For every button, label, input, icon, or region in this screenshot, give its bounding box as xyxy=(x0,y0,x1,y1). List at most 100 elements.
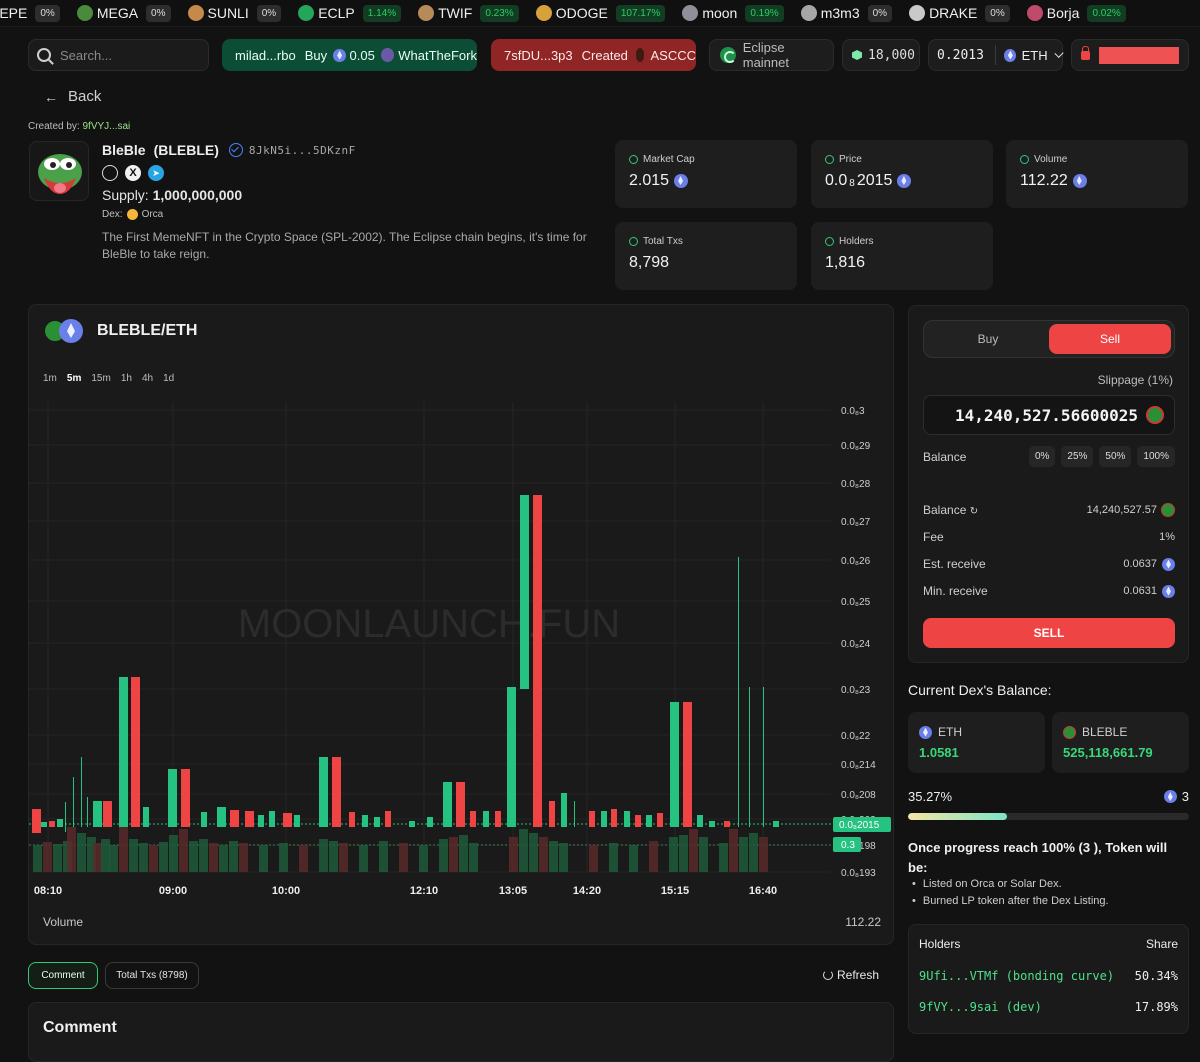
pair-header: BLEBLE/ETH xyxy=(43,319,197,343)
ticker-change: 0% xyxy=(35,4,60,22)
token-mint-address[interactable]: 8JkN5i...5DKznF xyxy=(249,144,356,157)
timeframe-1m[interactable]: 1m xyxy=(43,373,57,384)
holders-table: Holders Share 9Ufi...VTMf (bonding curve… xyxy=(908,924,1189,1034)
slippage-setting[interactable]: Slippage (1%) xyxy=(1098,373,1173,387)
holders-header: Holders Share xyxy=(919,937,1178,951)
stat-label: Price xyxy=(839,154,862,165)
volume-tag-label: 0.3 xyxy=(841,840,855,851)
token-avatar-icon xyxy=(418,5,435,21)
x-tick-label: 14:20 xyxy=(573,885,601,897)
timeframe-1d[interactable]: 1d xyxy=(163,373,174,384)
refresh-button[interactable]: Refresh xyxy=(823,968,879,982)
price-chart[interactable]: MOONLAUNCH.FUN 0.0₈3 0.0₈29 0.0₈28 0.0₈27 0.0… xyxy=(29,397,893,897)
eth-icon xyxy=(674,174,689,188)
volume-bar xyxy=(519,829,528,872)
ticker-item[interactable]: m3m3 0% xyxy=(800,4,893,22)
holder-share: 17.89% xyxy=(1134,1000,1178,1014)
candle-down xyxy=(32,809,41,833)
volume-bar xyxy=(77,833,86,872)
y-tick-label: 0.0₈29 xyxy=(841,441,871,452)
candle-up xyxy=(670,702,679,827)
stat-holders: Holders 1,816 xyxy=(811,222,993,290)
x-icon[interactable]: X xyxy=(125,165,141,181)
creator-address[interactable]: 9fVYJ...sai xyxy=(82,121,130,132)
candle-down xyxy=(49,821,55,827)
percent-button[interactable]: 100% xyxy=(1137,446,1175,467)
candle-up xyxy=(374,817,380,827)
ticker-item[interactable]: ECLP 1.14% xyxy=(298,4,402,22)
timeframe-1h[interactable]: 1h xyxy=(121,373,132,384)
back-link[interactable]: ← Back xyxy=(44,88,101,105)
telegram-icon[interactable]: ➤ xyxy=(148,165,164,181)
table-row: 9fVY...9sai (dev) 17.89% xyxy=(919,1000,1178,1014)
volume-bar xyxy=(93,843,102,872)
activity-create-pill[interactable]: 7sfDU...3p3 Created ASCCC xyxy=(491,39,696,71)
stat-market-cap: Market Cap 2.015 xyxy=(615,140,797,208)
timeframe-4h[interactable]: 4h xyxy=(142,373,153,384)
sell-button[interactable]: SELL xyxy=(923,618,1175,648)
x-tick-label: 13:05 xyxy=(499,885,527,897)
chart-panel: BLEBLE/ETH 1m 5m 15m 1h 4h 1d MOONLAUNCH.FUN 0… xyxy=(28,304,894,945)
ticker-item[interactable]: Borja 0.02% xyxy=(1026,4,1126,22)
candle-down xyxy=(349,812,355,827)
stat-value: 1,816 xyxy=(825,254,866,271)
wallet-button[interactable] xyxy=(1071,39,1189,71)
network-selector[interactable]: Eclipse mainnet xyxy=(709,39,834,71)
points-value: 18,000 xyxy=(868,47,915,63)
volume-bar xyxy=(419,845,428,872)
activity-buy-pill[interactable]: milad...rbo Buy 0.05 WhatTheFork xyxy=(222,39,477,71)
sell-tab[interactable]: Sell xyxy=(1049,324,1171,354)
volume-bar xyxy=(43,842,52,872)
amount-input[interactable]: 14,240,527.56600025 xyxy=(923,395,1175,435)
volume-bar xyxy=(719,843,728,872)
percent-button[interactable]: 50% xyxy=(1099,446,1132,467)
candle-down xyxy=(724,821,730,827)
timeframe-5m[interactable]: 5m xyxy=(67,373,81,384)
ticker-item[interactable]: DRAKE 0% xyxy=(909,4,1010,22)
ticker-symbol: PEPE xyxy=(0,5,28,21)
points-display[interactable]: 18,000 xyxy=(842,39,920,71)
tab-total-txs[interactable]: Total Txs (8798) xyxy=(105,962,199,989)
holder-address[interactable]: 9Ufi...VTMf (bonding curve) xyxy=(919,969,1114,983)
x-tick-label: 08:10 xyxy=(34,885,62,897)
volume-bar xyxy=(629,845,638,872)
tab-comment[interactable]: Comment xyxy=(28,962,98,989)
candle-down xyxy=(657,813,663,827)
activity-token: WhatTheFork xyxy=(398,47,477,63)
token-avatar-icon xyxy=(298,5,315,21)
volume-bar xyxy=(299,845,308,872)
volume-bar xyxy=(219,845,228,872)
token-avatar-icon xyxy=(76,5,93,21)
refresh-icon xyxy=(823,970,833,980)
y-tick-label: 0.0₈22 xyxy=(841,731,871,742)
percent-button[interactable]: 0% xyxy=(1028,446,1056,467)
volume-bar xyxy=(129,839,138,872)
token-avatar-icon xyxy=(535,5,552,21)
ticker-change: 107.17% xyxy=(615,4,666,22)
candle-down xyxy=(549,801,555,827)
volume-row: Volume 112.22 xyxy=(43,915,881,929)
ticker-item[interactable]: PEPE 0% xyxy=(0,4,60,22)
refresh-icon[interactable]: ↻ xyxy=(970,506,978,517)
timeframe-15m[interactable]: 15m xyxy=(91,373,110,384)
volume-bar xyxy=(139,843,148,872)
globe-icon[interactable] xyxy=(102,165,118,181)
holder-address[interactable]: 9fVY...9sai (dev) xyxy=(919,1000,1042,1014)
search-box[interactable] xyxy=(28,39,209,71)
ticker-item[interactable]: ODOGE 107.17% xyxy=(535,4,666,22)
ticker-item[interactable]: MEGA 0% xyxy=(76,4,171,22)
min-label: Min. receive xyxy=(923,584,988,598)
candle-up xyxy=(41,822,47,827)
min-receive-row: Min. receive 0.0631 xyxy=(923,584,1175,598)
candle-up xyxy=(87,797,88,827)
cube-icon xyxy=(852,50,862,60)
balance-dropdown[interactable]: 0.2013 ETH xyxy=(928,39,1064,71)
buy-tab[interactable]: Buy xyxy=(927,324,1049,354)
activity-action: Created xyxy=(581,47,628,63)
network-name: Eclipse mainnet xyxy=(742,40,789,70)
search-input[interactable] xyxy=(60,47,200,63)
percent-button[interactable]: 25% xyxy=(1061,446,1094,467)
ticker-item[interactable]: TWIF 0.23% xyxy=(418,4,519,22)
ticker-item[interactable]: moon 0.19% xyxy=(682,4,784,22)
ticker-item[interactable]: SUNLI 0% xyxy=(187,4,282,22)
